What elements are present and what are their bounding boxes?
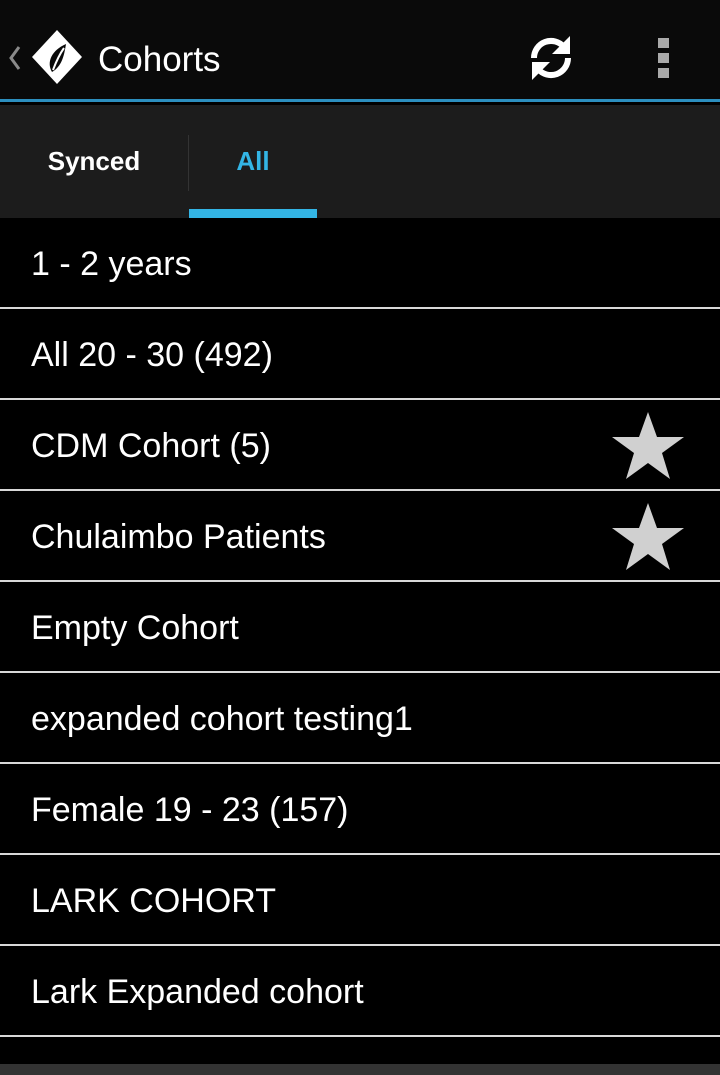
tab-selected-indicator	[189, 209, 317, 218]
list-item-label: CDM Cohort (5)	[31, 427, 271, 465]
list-item-label: Empty Cohort	[31, 609, 239, 647]
star-icon[interactable]	[610, 410, 686, 482]
tab-all-label: All	[236, 146, 270, 176]
list-item-label: expanded cohort testing1	[31, 700, 413, 738]
list-item[interactable]: Chulaimbo Patients	[0, 491, 720, 582]
list-item-label: Female 19 - 23 (157)	[31, 791, 349, 829]
page-title: Cohorts	[98, 40, 221, 79]
list-item-label: Lark Expanded cohort	[31, 973, 364, 1011]
list-item[interactable]: Lark Expanded cohort	[0, 946, 720, 1037]
tab-synced-label: Synced	[47, 146, 141, 176]
list-item-label: Chulaimbo Patients	[31, 518, 326, 556]
list-item[interactable]: Female 19 - 23 (157)	[0, 764, 720, 855]
overflow-menu-icon[interactable]	[650, 36, 678, 80]
chevron-left-icon[interactable]	[8, 44, 22, 72]
cohort-list: 1 - 2 years All 20 - 30 (492) CDM Cohort…	[0, 218, 720, 1037]
tab-synced[interactable]: Synced	[0, 105, 188, 218]
list-item[interactable]: 1 - 2 years	[0, 218, 720, 309]
list-item[interactable]: CDM Cohort (5)	[0, 400, 720, 491]
list-item[interactable]: expanded cohort testing1	[0, 673, 720, 764]
list-item-label: 1 - 2 years	[31, 245, 192, 283]
list-item-label: LARK COHORT	[31, 882, 276, 920]
tab-all[interactable]: All	[189, 105, 317, 218]
refresh-icon[interactable]	[524, 30, 578, 86]
list-item-label: All 20 - 30 (492)	[31, 336, 273, 374]
star-icon[interactable]	[610, 501, 686, 573]
bottom-edge	[0, 1064, 720, 1075]
list-item[interactable]: LARK COHORT	[0, 855, 720, 946]
tab-bar: Synced All	[0, 105, 720, 218]
list-item[interactable]: All 20 - 30 (492)	[0, 309, 720, 400]
list-item[interactable]: Empty Cohort	[0, 582, 720, 673]
app-logo-icon[interactable]	[30, 28, 84, 86]
action-bar: Cohorts	[0, 0, 720, 102]
